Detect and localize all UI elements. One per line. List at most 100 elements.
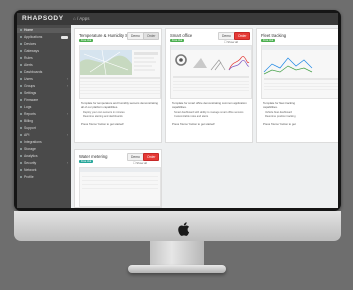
menu-icon — [20, 57, 22, 60]
sidebar-item[interactable]: Settings — [17, 91, 71, 96]
sidebar-item[interactable]: Storage — [17, 147, 71, 152]
menu-icon — [20, 176, 22, 179]
sidebar-item[interactable]: Gateways — [17, 49, 71, 54]
menu-icon — [20, 113, 22, 116]
main-content: Temperature & Humidity Sensors Free tria… — [71, 25, 338, 208]
sidebar-item[interactable]: Groups › — [17, 84, 71, 89]
sidebar-item-label: Billing — [24, 119, 34, 123]
imac-stand-foot — [128, 265, 226, 273]
chevron-right-icon: › — [66, 161, 68, 165]
sidebar-item-label: Firmware — [24, 98, 39, 102]
chevron-right-icon: › — [66, 84, 68, 88]
sidebar-item[interactable]: Applications — [17, 35, 71, 40]
sidebar-item-label: Profile — [24, 175, 34, 179]
sidebar-item-label: API — [24, 133, 30, 137]
menu-icon — [20, 36, 22, 39]
status-badge: Free trial — [261, 39, 276, 42]
menu-icon — [20, 29, 22, 32]
sidebar-item[interactable]: Dashboards — [17, 70, 71, 75]
feature-item: Real-time position tracking — [265, 115, 296, 118]
sidebar-item[interactable]: Reports › — [17, 112, 71, 117]
sidebar-item[interactable]: Logs — [17, 105, 71, 110]
breadcrumb[interactable]: ⌂ / Apps — [73, 16, 89, 21]
chart-preview-image — [262, 46, 338, 90]
menu-icon — [20, 50, 22, 53]
sidebar-item[interactable]: Billing — [17, 119, 71, 124]
sidebar-item-label: Security — [24, 161, 37, 165]
order-button[interactable]: Order — [143, 153, 160, 161]
chevron-right-icon: › — [66, 77, 68, 81]
card-preview — [79, 167, 161, 207]
app-card-fleet-tracking: Fleet tracking Free trial Template for f… — [256, 28, 338, 143]
sidebar-item[interactable]: Firmware — [17, 98, 71, 103]
menu-icon — [20, 64, 22, 67]
brand-logo[interactable]: RHAPSODY — [22, 15, 64, 22]
sidebar-item[interactable]: Security › — [17, 161, 71, 166]
sidebar-item[interactable]: Analytics — [17, 154, 71, 159]
top-bar: RHAPSODY ⌂ / Apps — [17, 13, 338, 25]
map-preview-image — [80, 46, 160, 94]
menu-icon — [20, 43, 22, 46]
card-description-cont: capabilities. — [263, 105, 278, 109]
menu-icon — [20, 155, 22, 158]
sidebar-item[interactable]: Alerts — [17, 63, 71, 68]
sidebar-item[interactable]: Profile — [17, 175, 71, 180]
dashboard-preview-image — [171, 46, 251, 91]
feature-item: Customizable rules and alerts — [174, 115, 209, 118]
sidebar-item-label: Settings — [24, 91, 37, 95]
sidebar-item[interactable]: Users › — [17, 77, 71, 82]
menu-icon — [20, 85, 22, 88]
feature-item: Smart dashboard with ability to manage s… — [174, 111, 244, 114]
menu-icon — [20, 92, 22, 95]
sidebar-item-label: Storage — [24, 147, 36, 151]
sidebar: Home Applications Devices Gateways Rules… — [17, 25, 71, 208]
menu-icon — [20, 127, 22, 130]
card-preview — [79, 45, 161, 99]
sidebar-item[interactable]: API › — [17, 133, 71, 138]
menu-icon — [20, 78, 22, 81]
demo-button[interactable]: Demo — [218, 32, 235, 40]
apple-logo-icon — [178, 222, 190, 236]
sidebar-item[interactable]: Devices — [17, 42, 71, 47]
demo-button[interactable]: Demo — [127, 32, 144, 40]
card-footer-text: Press 'Demo' button to get started! — [172, 122, 215, 126]
sidebar-item[interactable]: Integrations — [17, 140, 71, 145]
sidebar-item-label: Users — [24, 77, 33, 81]
sidebar-item[interactable]: Home — [17, 28, 71, 33]
sidebar-item-label: Rules — [24, 56, 33, 60]
chevron-right-icon: › — [66, 133, 68, 137]
order-button[interactable]: Order — [143, 32, 160, 40]
menu-icon — [20, 120, 22, 123]
sidebar-item[interactable]: Rules — [17, 56, 71, 61]
card-description-cont: all of our platform capabilities. — [81, 105, 118, 109]
card-footer-text: Press 'Demo' button to get started! — [81, 122, 124, 126]
status-badge: Free trial — [79, 39, 94, 42]
feature-item: Real-time alerting and dashboards — [83, 115, 123, 118]
sidebar-item-label: Alerts — [24, 63, 33, 67]
menu-icon — [20, 141, 22, 144]
chevron-right-icon: › — [66, 112, 68, 116]
card-title: Fleet tracking — [261, 33, 287, 38]
feature-item: Deploy your own sensors in minutes — [83, 111, 125, 114]
sidebar-item[interactable]: Support — [17, 126, 71, 131]
menu-icon — [20, 162, 22, 165]
app-card-water-metering: Water metering Free trial Demo Order ☐ S… — [74, 149, 162, 208]
sidebar-item-label: Gateways — [24, 49, 40, 53]
menu-icon — [20, 169, 22, 172]
sidebar-item-label: Integrations — [24, 140, 42, 144]
show-all-checkbox[interactable]: ☐ Show all — [133, 161, 147, 165]
card-title: Smart office — [170, 33, 193, 38]
show-all-checkbox[interactable]: ☐ Show all — [224, 40, 238, 44]
app-card-temperature: Temperature & Humidity Sensors Free tria… — [74, 28, 162, 143]
sidebar-item[interactable]: Network — [17, 168, 71, 173]
card-preview — [170, 45, 252, 99]
sidebar-item-label: Reports — [24, 112, 36, 116]
desktop-scene: RHAPSODY ⌂ / Apps Home Applications Devi… — [0, 0, 353, 290]
order-button[interactable]: Order — [234, 32, 251, 40]
demo-button[interactable]: Demo — [127, 153, 144, 161]
menu-icon — [20, 148, 22, 151]
checkbox-label: Show all — [227, 40, 238, 44]
menu-icon — [20, 106, 22, 109]
sidebar-item-label: Groups — [24, 84, 36, 88]
table-preview-image — [80, 168, 160, 189]
